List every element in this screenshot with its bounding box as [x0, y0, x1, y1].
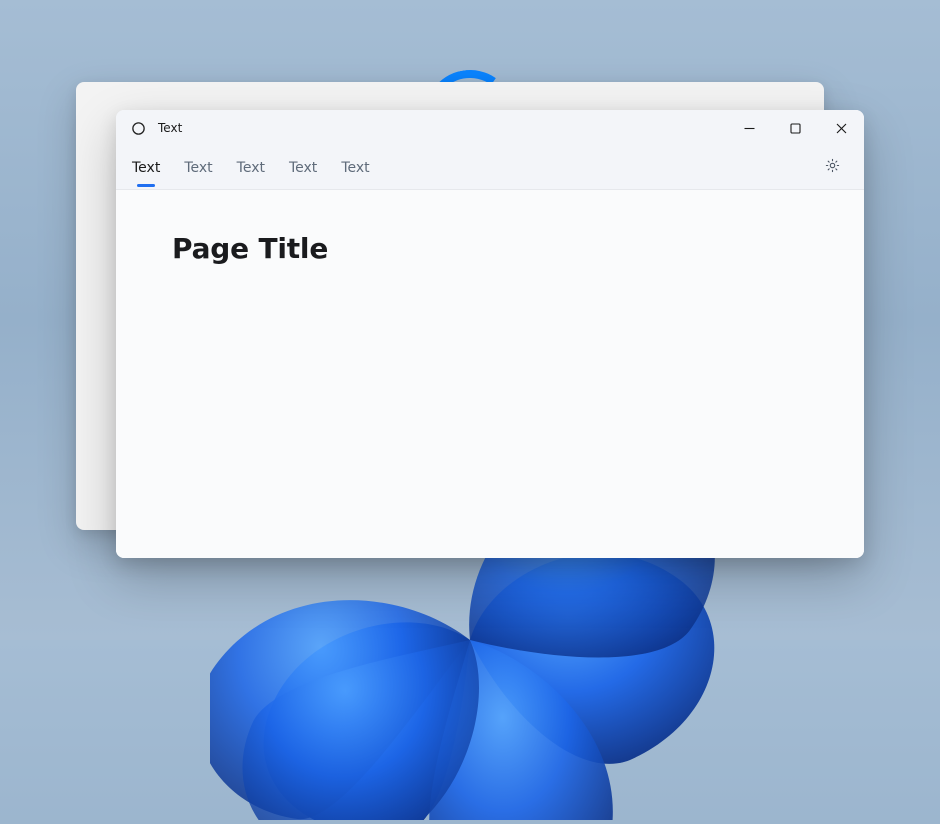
- tab-label: Text: [237, 160, 265, 176]
- app-icon: [130, 120, 146, 136]
- titlebar[interactable]: Text: [116, 110, 864, 146]
- window-title: Text: [158, 121, 182, 135]
- tab-label: Text: [184, 160, 212, 176]
- window-controls: [726, 110, 864, 146]
- tab-label: Text: [289, 160, 317, 176]
- page-title: Page Title: [172, 232, 808, 265]
- application-window: Text Text Text Text Text Text: [116, 110, 864, 558]
- close-button[interactable]: [818, 110, 864, 146]
- settings-button[interactable]: [816, 152, 848, 184]
- tab-item-1[interactable]: Text: [184, 150, 212, 186]
- tab-label: Text: [132, 160, 160, 176]
- maximize-button[interactable]: [772, 110, 818, 146]
- minimize-button[interactable]: [726, 110, 772, 146]
- tab-label: Text: [341, 160, 369, 176]
- tab-bar: Text Text Text Text Text: [116, 146, 864, 190]
- tab-item-4[interactable]: Text: [341, 150, 369, 186]
- tab-item-0[interactable]: Text: [132, 150, 160, 186]
- tab-item-2[interactable]: Text: [237, 150, 265, 186]
- tab-item-3[interactable]: Text: [289, 150, 317, 186]
- gear-icon: [824, 157, 841, 178]
- page-content: Page Title: [116, 190, 864, 558]
